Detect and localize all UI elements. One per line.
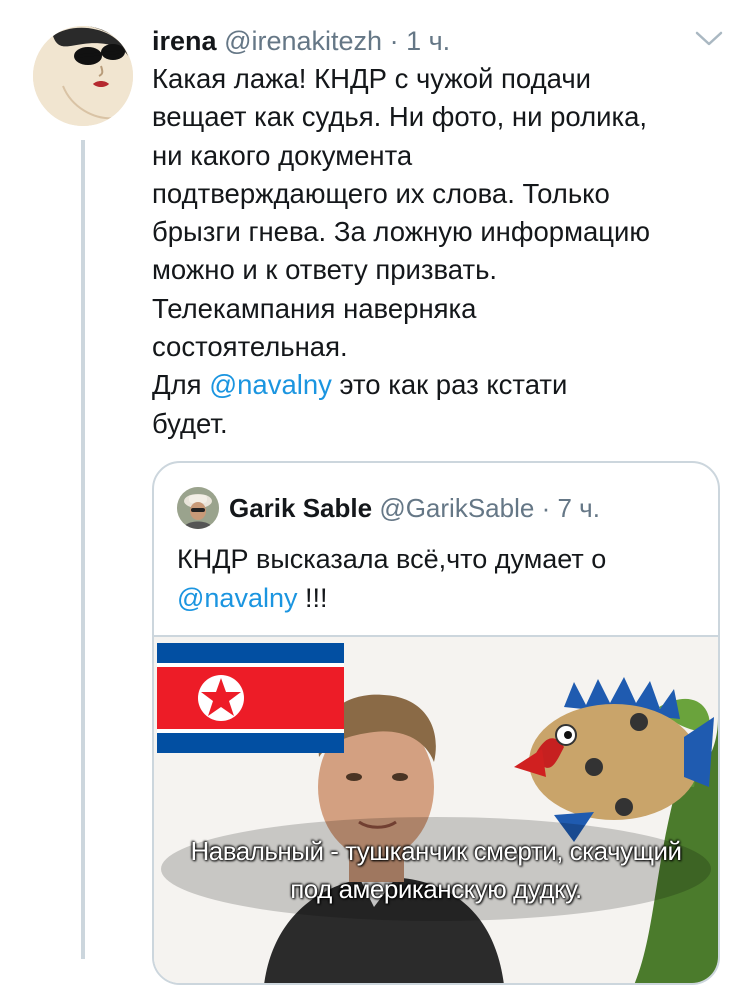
north-korea-flag-icon <box>157 643 344 753</box>
subtitle-line-1: Навальный - тушканчик смерти, скачущий <box>190 836 682 866</box>
woman-sunglasses-avatar-icon <box>33 26 133 126</box>
quoted-mention-link[interactable]: @navalny <box>177 583 297 613</box>
quoted-text-part1: КНДР высказала всё,что думает о <box>177 544 607 574</box>
timestamp[interactable]: 1 ч. <box>406 26 450 56</box>
quoted-avatar[interactable] <box>177 487 219 529</box>
separator-dot: · <box>389 26 399 56</box>
avatar[interactable] <box>33 26 133 126</box>
display-name[interactable]: irena <box>152 26 217 56</box>
thread-line <box>81 140 85 959</box>
user-handle[interactable]: @irenakitezh <box>224 26 382 56</box>
tweet-text-part1: Какая лажа! КНДР с чужой подачи вещает к… <box>152 63 651 401</box>
quoted-text: КНДР высказала всё,что думает о @navalny… <box>177 540 697 618</box>
mention-link[interactable]: @navalny <box>209 369 332 400</box>
quoted-separator-dot: · <box>541 493 551 523</box>
tweet-header: irena @irenakitezh · 1 ч. <box>152 22 450 60</box>
quoted-display-name[interactable]: Garik Sable <box>229 493 372 523</box>
quoted-user-handle[interactable]: @GarikSable <box>379 493 534 523</box>
quoted-timestamp[interactable]: 7 ч. <box>557 493 599 523</box>
subtitle-line-2: под американскую дудку. <box>290 874 582 904</box>
tweet-text: Какая лажа! КНДР с чужой подачи вещает к… <box>152 60 732 443</box>
man-hat-avatar-icon <box>177 487 219 529</box>
quoted-tweet-card[interactable]: Garik Sable @GarikSable · 7 ч. КНДР выск… <box>152 461 720 985</box>
chevron-down-icon[interactable] <box>694 28 724 50</box>
video-frame <box>154 637 718 983</box>
quoted-text-part2: !!! <box>297 583 328 613</box>
quoted-media[interactable]: Навальный - тушканчик смерти, скачущий п… <box>154 635 718 983</box>
quoted-header: Garik Sable @GarikSable · 7 ч. <box>229 489 600 527</box>
